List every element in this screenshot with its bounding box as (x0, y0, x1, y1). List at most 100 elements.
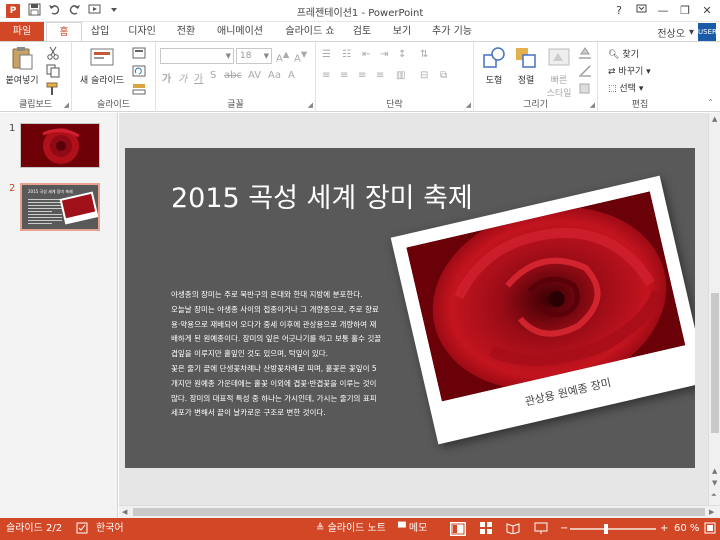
thumbnail-text-lines (28, 199, 62, 224)
notes-button[interactable]: ≜ 슬라이드 노트 (316, 518, 386, 540)
italic-icon[interactable]: 가 (178, 70, 187, 85)
collapse-ribbon-icon[interactable]: ⌃ (707, 98, 714, 107)
underline-icon[interactable]: 가 (194, 70, 203, 85)
select-button[interactable]: ⬚ 선택 ▾ (608, 81, 643, 94)
reading-view-icon[interactable] (506, 518, 520, 540)
scroll-right-icon[interactable]: ▶ (709, 508, 714, 516)
cut-icon[interactable] (46, 46, 60, 60)
line-spacing-icon[interactable]: ↕ (398, 49, 406, 60)
zoom-in-button[interactable]: + (660, 518, 668, 540)
zoom-level[interactable]: 60 % (674, 518, 699, 540)
shape-effects-icon[interactable] (578, 82, 592, 96)
align-right-icon[interactable]: ≡ (358, 70, 366, 81)
minimize-button[interactable]: — (654, 2, 672, 20)
tab-slideshow[interactable]: 슬라이드 쇼 (278, 22, 342, 42)
horizontal-scrollbar[interactable]: ◀ ▶ (119, 505, 720, 518)
replace-button[interactable]: ⇄ 바꾸기 ▾ (608, 64, 651, 77)
font-name-combo[interactable]: ▼ (160, 48, 234, 64)
new-slide-button[interactable]: 새 슬라이드 (76, 45, 128, 86)
tab-design[interactable]: 디자인 (122, 22, 162, 42)
align-center-icon[interactable]: ≡ (340, 70, 348, 81)
section-icon[interactable] (132, 82, 146, 96)
slide-title[interactable]: 2015 곡성 세계 장미 축제 (171, 176, 473, 215)
scroll-down-icon[interactable]: ▼ (712, 479, 717, 487)
slide-body-text[interactable]: 야생종의 장미는 주로 북반구의 온대와 한대 지방에 분포한다. 오늘날 장미… (171, 288, 403, 421)
horizontal-scroll-thumb[interactable] (133, 508, 705, 516)
spell-check-icon[interactable] (76, 518, 88, 540)
bold-icon[interactable]: 가 (162, 70, 171, 85)
font-size-combo[interactable]: 18 ▼ (236, 48, 272, 64)
zoom-slider-track[interactable] (570, 528, 656, 530)
grow-font-icon[interactable]: A▲ (276, 49, 289, 64)
tab-review[interactable]: 검토 (346, 22, 378, 42)
font-color-icon[interactable]: A (288, 70, 295, 81)
previous-slide-icon[interactable]: ⏶ (711, 491, 717, 500)
shape-fill-icon[interactable] (578, 46, 592, 60)
strikethrough-icon[interactable]: abc (224, 70, 242, 81)
arrange-button[interactable]: 정렬 (510, 45, 542, 86)
user-account[interactable]: 전상오 ▾ USER (657, 22, 717, 42)
vertical-scroll-thumb[interactable] (711, 293, 719, 433)
smartart-icon[interactable]: ⧉ (440, 70, 447, 81)
find-button[interactable]: 🔍︎ 찾기 (608, 47, 639, 60)
scroll-up-icon[interactable]: ▲ (712, 115, 717, 123)
scroll-up-icon[interactable]: ▲ (712, 467, 717, 475)
slideshow-view-icon[interactable] (534, 518, 548, 540)
align-left-icon[interactable]: ≡ (322, 70, 330, 81)
redo-icon[interactable] (66, 3, 82, 19)
font-launcher-icon[interactable]: ◢ (308, 101, 313, 109)
shapes-button[interactable]: 도형 (478, 45, 510, 86)
align-text-icon[interactable]: ⊟ (420, 70, 428, 81)
restore-button[interactable]: ❐ (676, 2, 694, 20)
layout-icon[interactable] (132, 46, 146, 60)
close-button[interactable]: ✕ (698, 2, 716, 20)
powerpoint-app-icon[interactable]: P (6, 4, 20, 18)
drawing-launcher-icon[interactable]: ◢ (590, 101, 595, 109)
paragraph-launcher-icon[interactable]: ◢ (466, 101, 471, 109)
ribbon-display-options-icon[interactable] (632, 2, 650, 20)
increase-indent-icon[interactable]: ⇥ (380, 49, 388, 60)
reset-slide-icon[interactable] (132, 64, 146, 78)
justify-icon[interactable]: ≡ (376, 70, 384, 81)
tab-transitions[interactable]: 전환 (168, 22, 204, 42)
tab-insert[interactable]: 삽입 (84, 22, 116, 42)
shrink-font-icon[interactable]: A▼ (294, 49, 307, 64)
slide-canvas[interactable]: 2015 곡성 세계 장미 축제 야생종의 장미는 주로 북반구의 온대와 한대… (125, 148, 695, 468)
shape-outline-icon[interactable] (578, 64, 592, 78)
zoom-out-button[interactable]: − (560, 518, 568, 540)
slide-thumbnail-2[interactable]: 2015 곡성 세계 장미 축제 (20, 183, 100, 231)
shadow-icon[interactable]: S (210, 70, 216, 81)
quick-styles-button[interactable]: 빠른 스타일 (542, 45, 576, 99)
character-spacing-icon[interactable]: AV (248, 70, 261, 81)
normal-view-icon[interactable] (450, 522, 466, 536)
scroll-left-icon[interactable]: ◀ (122, 508, 127, 516)
text-direction-icon[interactable]: ⇅ (420, 49, 428, 60)
start-slideshow-icon[interactable] (86, 3, 102, 19)
tab-addins[interactable]: 추가 기능 (426, 22, 478, 42)
bullets-icon[interactable]: ☰ (322, 49, 331, 60)
save-icon[interactable] (26, 3, 42, 19)
tab-animations[interactable]: 애니메이션 (210, 22, 270, 42)
decrease-indent-icon[interactable]: ⇤ (362, 49, 370, 60)
vertical-scrollbar[interactable]: ▲ ▲ ▼ ⏶ (708, 113, 720, 505)
help-icon[interactable]: ? (610, 2, 628, 20)
change-case-icon[interactable]: Aa (268, 70, 281, 81)
copy-icon[interactable] (46, 64, 60, 78)
fit-slide-icon[interactable] (704, 518, 716, 540)
columns-icon[interactable]: ▥ (396, 70, 405, 81)
slide-sorter-icon[interactable] (480, 518, 492, 540)
format-painter-icon[interactable] (46, 82, 60, 96)
language-indicator[interactable]: 한국어 (96, 518, 124, 540)
tab-view[interactable]: 보기 (386, 22, 418, 42)
comments-button[interactable]: ▀ 메모 (398, 518, 427, 540)
customize-qat-icon[interactable] (106, 3, 122, 19)
clipboard-launcher-icon[interactable]: ◢ (64, 101, 69, 109)
undo-icon[interactable] (46, 3, 62, 19)
numbering-icon[interactable]: ☷ (342, 49, 351, 60)
paste-button[interactable]: 붙여넣기 (4, 45, 40, 86)
rose-photo-frame[interactable]: 관상용 원예종 장미 (390, 175, 695, 445)
tab-file[interactable]: 파일 (0, 22, 44, 42)
zoom-slider-knob[interactable] (604, 524, 608, 534)
tab-home[interactable]: 홈 (46, 22, 82, 42)
slide-thumbnail-1[interactable] (20, 123, 100, 168)
